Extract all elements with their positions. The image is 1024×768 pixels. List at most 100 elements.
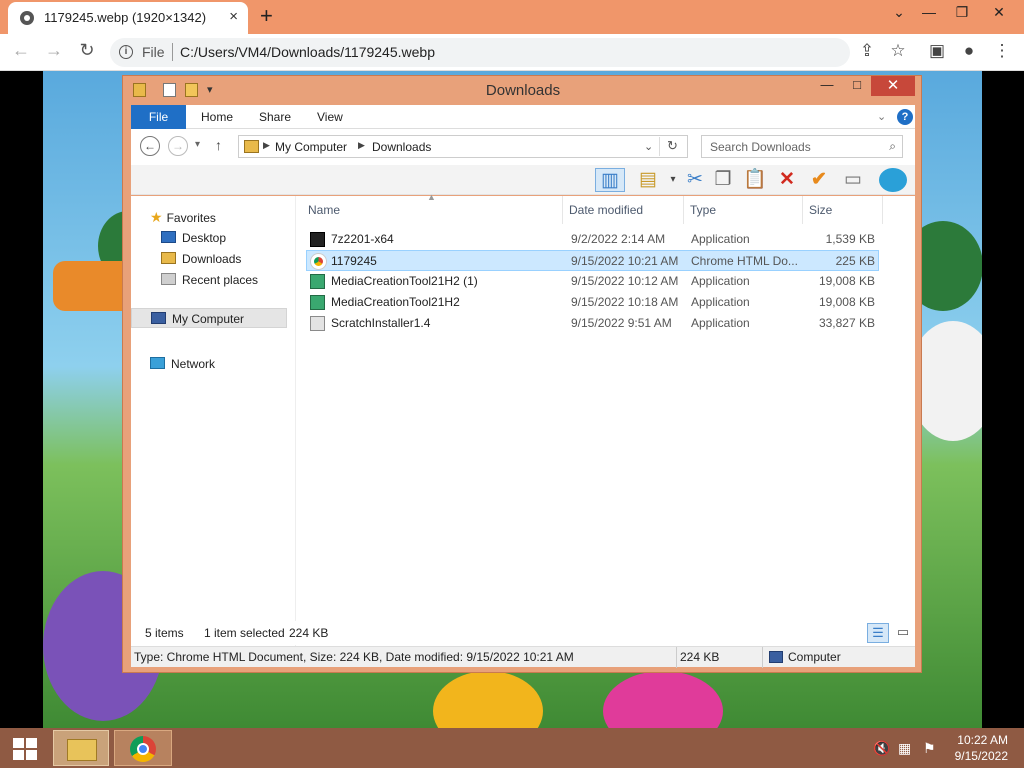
expand-ribbon-icon[interactable]: ⌄ — [877, 105, 886, 129]
column-separator[interactable] — [683, 196, 684, 224]
chevron-right-icon: ▶ — [358, 140, 365, 150]
profile-avatar-icon[interactable]: ● — [958, 41, 980, 61]
details-location: Computer — [788, 650, 841, 664]
file-explorer-taskbar-button[interactable] — [53, 730, 109, 766]
properties-icon[interactable] — [163, 83, 176, 97]
address-divider — [659, 137, 660, 156]
ribbon-tab-share[interactable]: Share — [259, 105, 291, 129]
explorer-close-button[interactable]: ✕ — [871, 76, 915, 96]
cut-icon[interactable]: ✂ — [683, 168, 707, 192]
folder-icon — [244, 140, 259, 153]
recent-locations-icon[interactable]: ▾ — [195, 139, 200, 150]
column-header-type[interactable]: Type — [690, 203, 716, 217]
action-center-icon[interactable]: ⚑ — [923, 740, 936, 757]
bookmark-star-icon[interactable]: ☆ — [887, 41, 909, 61]
browser-tab[interactable]: 1179245.webp (1920×1342) × — [8, 2, 248, 34]
nav-my-computer[interactable]: My Computer — [131, 308, 287, 328]
file-row[interactable]: 7z2201-x64 9/2/2022 2:14 AM Application … — [306, 229, 879, 250]
back-arrow-icon[interactable]: ← — [140, 136, 160, 156]
help-icon[interactable]: ? — [897, 109, 913, 125]
large-icons-view-icon[interactable]: ▭ — [893, 623, 913, 643]
menu-kebab-icon[interactable]: ⋮ — [991, 41, 1013, 61]
new-tab-button[interactable]: + — [260, 3, 273, 29]
column-separator[interactable] — [562, 196, 563, 224]
reload-icon[interactable]: ↻ — [75, 40, 99, 61]
delete-icon[interactable]: ✕ — [775, 168, 799, 192]
file-row[interactable]: ScratchInstaller1.4 9/15/2022 9:51 AM Ap… — [306, 313, 879, 334]
file-row[interactable]: MediaCreationTool21H2 9/15/2022 10:18 AM… — [306, 292, 879, 313]
recent-places-icon — [161, 273, 176, 285]
explorer-minimize-button[interactable]: — — [813, 76, 841, 96]
ribbon-tab-file[interactable]: File — [131, 105, 186, 129]
search-icon[interactable]: ⌕ — [889, 139, 896, 154]
explorer-maximize-button[interactable]: □ — [843, 76, 871, 96]
nav-desktop[interactable]: Desktop — [161, 231, 226, 245]
details-view-icon[interactable]: ☰ — [867, 623, 889, 643]
file-row-selected[interactable]: 1179245 9/15/2022 10:21 AM Chrome HTML D… — [306, 250, 879, 271]
column-header-name[interactable]: Name — [308, 203, 340, 217]
nav-recent-places[interactable]: Recent places — [161, 273, 258, 287]
forward-arrow-icon[interactable]: → — [168, 136, 188, 156]
installer-icon — [310, 295, 325, 310]
side-panel-icon[interactable]: ▣ — [926, 41, 948, 61]
column-header-date[interactable]: Date modified — [569, 203, 643, 217]
folder-properties-icon[interactable]: ▤ — [636, 168, 660, 192]
search-downloads-field[interactable]: Search Downloads ⌕ — [701, 135, 903, 158]
folder-app-icon — [133, 83, 146, 97]
window-title: Downloads — [485, 82, 561, 99]
ribbon-tab-home[interactable]: Home — [201, 105, 233, 129]
address-bar[interactable]: i File C:/Users/VM4/Downloads/1179245.we… — [110, 38, 850, 67]
forward-icon[interactable]: → — [42, 40, 66, 61]
system-clock[interactable]: 10:22 AM 9/15/2022 — [955, 732, 1008, 764]
windows-start-icon[interactable] — [13, 738, 37, 760]
explorer-title-bar: ▾ Downloads — □ ✕ — [123, 76, 921, 104]
back-icon[interactable]: ← — [9, 40, 33, 61]
customize-qat-icon[interactable]: ▾ — [207, 83, 220, 97]
file-date: 9/15/2022 10:12 AM — [571, 274, 679, 288]
column-header-size[interactable]: Size — [809, 203, 832, 217]
explorer-window: ▾ Downloads — □ ✕ File Home Share View ⌄… — [122, 75, 922, 673]
up-arrow-icon[interactable]: ↑ — [215, 137, 222, 153]
column-separator[interactable] — [802, 196, 803, 224]
rename-icon[interactable]: ▭ — [841, 168, 865, 192]
sort-ascending-icon: ▲ — [427, 192, 436, 202]
paste-icon[interactable]: 📋 — [743, 168, 767, 192]
file-row[interactable]: MediaCreationTool21H2 (1) 9/15/2022 10:1… — [306, 271, 879, 292]
7zip-icon — [310, 232, 325, 247]
desktop-icon — [161, 231, 176, 243]
address-dropdown-icon[interactable]: ⌄ — [644, 140, 653, 153]
nav-network[interactable]: Network — [150, 357, 215, 371]
computer-icon — [769, 651, 783, 663]
command-toolbar: ▥ ▤ ▾ ✂ ❐ 📋 ✕ ✔ ▭ — [131, 165, 915, 195]
volume-muted-icon[interactable]: 🔇 — [873, 740, 890, 757]
info-icon[interactable]: i — [119, 45, 133, 59]
tab-close-button[interactable]: × — [229, 8, 238, 25]
refresh-icon[interactable]: ↻ — [667, 138, 678, 154]
close-window-button[interactable]: ✕ — [984, 4, 1014, 21]
nav-downloads[interactable]: Downloads — [161, 252, 241, 266]
breadcrumb-my-computer[interactable]: My Computer — [275, 140, 347, 154]
share-icon[interactable]: ⇪ — [856, 41, 878, 61]
browser-tab-strip: 1179245.webp (1920×1342) × + ⌄ — ❐ ✕ — [0, 0, 1024, 34]
chrome-taskbar-button[interactable] — [114, 730, 172, 766]
shell-icon[interactable] — [879, 168, 907, 192]
breadcrumb-downloads[interactable]: Downloads — [372, 140, 431, 154]
preview-pane-icon[interactable]: ▥ — [595, 168, 625, 192]
new-folder-icon[interactable] — [185, 83, 198, 97]
restore-button[interactable]: ❐ — [947, 4, 977, 21]
copy-icon[interactable]: ❐ — [711, 168, 735, 192]
network-tray-icon[interactable]: ▦ — [898, 740, 911, 757]
explorer-address-box[interactable]: ▶ My Computer ▶ Downloads ⌄ ↻ — [238, 135, 688, 158]
file-type: Application — [691, 295, 750, 309]
chrome-icon — [130, 736, 156, 762]
column-separator[interactable] — [882, 196, 883, 224]
options-dropdown-icon[interactable]: ▾ — [661, 168, 685, 192]
checkmark-icon[interactable]: ✔ — [807, 168, 831, 192]
url-text[interactable]: C:/Users/VM4/Downloads/1179245.webp — [180, 44, 435, 60]
file-type: Application — [691, 316, 750, 330]
nav-favorites[interactable]: ★ Favorites — [150, 209, 216, 226]
minimize-button[interactable]: — — [914, 4, 944, 20]
ribbon-tab-view[interactable]: View — [317, 105, 343, 129]
tab-search-icon[interactable]: ⌄ — [884, 4, 914, 21]
tab-title: 1179245.webp (1920×1342) — [44, 10, 207, 25]
